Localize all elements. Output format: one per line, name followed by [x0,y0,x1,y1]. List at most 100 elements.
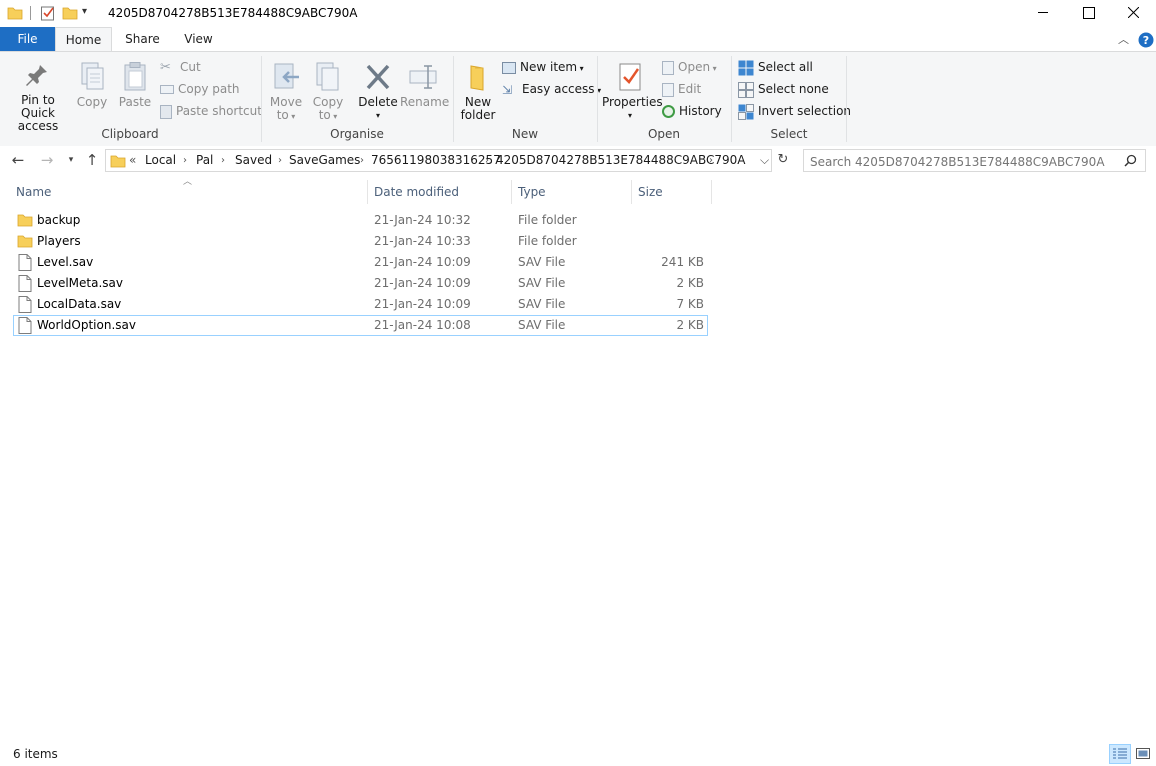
copy-to-icon [313,62,343,92]
breadcrumb-saved[interactable]: Saved [235,150,272,171]
new-item-icon [502,62,516,74]
breadcrumb-local[interactable]: Local [145,150,176,171]
copy-button[interactable]: Copy [74,62,110,109]
breadcrumb-pal[interactable]: Pal [196,150,213,171]
refresh-button[interactable]: ↻ [774,151,792,169]
column-divider[interactable] [711,180,712,204]
dropdown-arrow-icon: ▾ [331,112,338,121]
easy-access-icon: ⇲ [502,82,518,98]
dropdown-arrow-icon: ▾ [358,109,398,122]
pin-to-quick-access-button[interactable]: Pin to Quick access [4,62,72,133]
column-divider[interactable] [367,180,368,204]
details-view-button[interactable] [1109,744,1131,764]
item-count: 6 items [13,747,58,761]
cut-label: Cut [180,60,201,74]
chevron-right-icon[interactable]: › [278,150,282,171]
forward-button[interactable]: → [37,150,57,170]
paste-icon [121,62,149,92]
select-none-button[interactable]: Select none [738,79,829,99]
new-folder-button[interactable]: New folder [456,62,500,122]
file-row-focused[interactable]: WorldOption.sav 21-Jan-24 10:08 SAV File… [13,315,708,336]
delete-button[interactable]: Delete ▾ [358,62,398,122]
column-divider[interactable] [631,180,632,204]
dropdown-arrow-icon: ▾ [577,64,584,73]
properties-button[interactable]: Properties ▾ [602,62,658,122]
breadcrumb-savegames[interactable]: SaveGames [289,150,360,171]
maximize-button[interactable] [1066,0,1112,26]
invert-selection-button[interactable]: Invert selection [738,101,851,121]
easy-access-button[interactable]: ⇲Easy access ▾ [502,79,601,99]
file-name: backup [37,210,80,231]
column-header-size[interactable]: Size [638,181,663,203]
file-row[interactable]: Players 21-Jan-24 10:33 File folder [13,231,708,252]
copy-path-label: Copy path [178,82,240,96]
dropdown-arrow-icon: ▾ [710,64,717,73]
qat-customize-icon[interactable]: ▾ [82,6,87,17]
file-type: SAV File [518,294,565,315]
properties-icon[interactable] [40,5,56,21]
properties-label: Properties [602,96,658,109]
rename-button[interactable]: Rename [400,62,446,109]
file-icon [18,254,32,271]
open-label: Open [678,60,710,74]
select-all-button[interactable]: Select all [738,57,813,77]
column-header-type[interactable]: Type [518,181,546,203]
file-size [632,210,704,231]
move-to-button[interactable]: Move to ▾ [268,62,304,123]
column-header-name[interactable]: Name [16,181,51,203]
clipboard-group: Pin to Quick access Copy Paste ✂Cut Copy… [0,52,260,146]
close-button[interactable] [1110,0,1156,26]
file-icon [18,296,32,313]
chevron-right-icon[interactable]: › [485,150,489,171]
chevron-right-icon[interactable]: › [183,150,187,171]
search-icon[interactable] [1124,154,1137,167]
open-icon [662,61,674,75]
file-row[interactable]: backup 21-Jan-24 10:32 File folder [13,210,708,231]
copy-path-button[interactable]: Copy path [160,79,240,99]
minimize-button[interactable] [1020,0,1066,26]
recent-locations-button[interactable]: ▾ [61,150,81,170]
column-divider[interactable] [511,180,512,204]
edit-button[interactable]: Edit [662,79,701,99]
paste-shortcut-button[interactable]: Paste shortcut [160,101,262,121]
title-bar: ▾ 4205D8704278B513E784488C9ABC790A [0,0,1156,26]
large-icons-view-button[interactable] [1133,744,1153,764]
ribbon: Pin to Quick access Copy Paste ✂Cut Copy… [0,51,1156,147]
organise-group-label: Organise [262,127,452,141]
file-name: Level.sav [37,252,93,273]
search-input[interactable] [808,151,1122,172]
select-group-label: Select [732,127,846,141]
file-row[interactable]: LocalData.sav 21-Jan-24 10:09 SAV File 7… [13,294,708,315]
chevron-right-icon[interactable]: › [221,150,225,171]
file-row[interactable]: Level.sav 21-Jan-24 10:09 SAV File 241 K… [13,252,708,273]
collapse-ribbon-icon[interactable]: ︿ [1118,31,1129,47]
new-item-button[interactable]: New item ▾ [502,57,584,77]
copy-to-button[interactable]: Copy to ▾ [310,62,346,123]
file-size: 2 KB [632,273,704,294]
paste-button[interactable]: Paste [116,62,154,109]
address-bar[interactable]: « Local › Pal › Saved › SaveGames › 7656… [105,149,772,172]
history-button[interactable]: History [662,101,722,121]
edit-label: Edit [678,82,701,96]
cut-button[interactable]: ✂Cut [160,57,201,77]
chevron-right-icon[interactable]: › [709,150,713,171]
chevron-right-icon[interactable]: › [360,150,364,171]
file-row[interactable]: LevelMeta.sav 21-Jan-24 10:09 SAV File 2… [13,273,708,294]
open-button[interactable]: Open ▾ [662,57,717,77]
tab-share[interactable]: Share [114,27,171,52]
address-history-dropdown[interactable]: ⌵ [760,150,769,171]
new-folder-icon[interactable] [62,5,78,21]
column-header-date-modified[interactable]: Date modified [374,181,459,203]
move-to-label-2: to [277,108,289,122]
breadcrumb-steam-id[interactable]: 76561198038316257 [371,150,501,171]
back-button[interactable]: ← [8,150,28,170]
file-date: 21-Jan-24 10:08 [374,315,471,336]
tab-view[interactable]: View [171,27,226,52]
breadcrumb-overflow[interactable]: « [129,150,136,171]
up-button[interactable]: ↑ [82,150,102,170]
help-icon[interactable]: ? [1138,32,1154,48]
tab-file[interactable]: File [0,27,55,52]
tab-home[interactable]: Home [55,27,112,52]
search-box[interactable] [803,149,1146,172]
rename-icon [408,62,438,92]
